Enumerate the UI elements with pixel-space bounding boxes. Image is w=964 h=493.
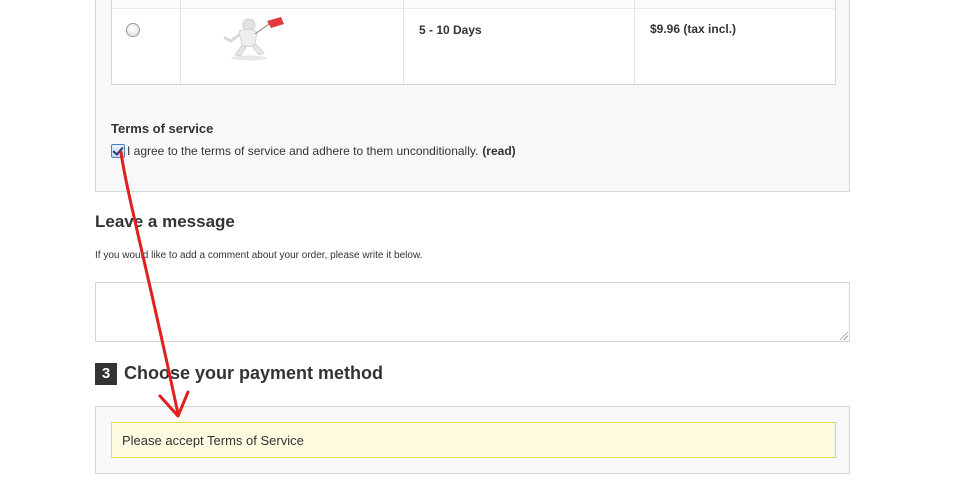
terms-of-service-heading: Terms of service xyxy=(111,121,214,136)
terms-agreement-label[interactable]: I agree to the terms of service and adhe… xyxy=(127,144,478,158)
textarea-resize-handle[interactable] xyxy=(840,332,848,340)
carrier-price: $9.96 (tax incl.) xyxy=(650,22,737,36)
leave-message-heading: Leave a message xyxy=(95,212,235,231)
carrier-logo-cell xyxy=(181,0,404,84)
carrier-price-cell: $9.96 (tax incl.) xyxy=(635,0,835,84)
accept-terms-warning-text: Please accept Terms of Service xyxy=(122,433,304,448)
payment-methods-block: Please accept Terms of Service xyxy=(95,406,850,474)
step-number-badge: 3 xyxy=(95,363,117,385)
carrier-logo-image xyxy=(223,17,284,61)
carrier-delay: 5 - 10 Days xyxy=(419,23,482,37)
carrier-table: 5 - 10 Days $9.96 (tax incl.) xyxy=(111,0,836,85)
terms-checkbox[interactable] xyxy=(111,144,125,158)
terms-agreement-row: I agree to the terms of service and adhe… xyxy=(111,144,516,158)
carrier-radio-cell xyxy=(112,0,181,84)
accept-terms-warning: Please accept Terms of Service xyxy=(111,422,836,458)
order-message-textarea[interactable] xyxy=(95,282,850,342)
leave-message-help: If you would like to add a comment about… xyxy=(95,250,423,261)
delivery-options-block: 5 - 10 Days $9.96 (tax incl.) Terms of s… xyxy=(95,0,850,192)
carrier-delay-cell: 5 - 10 Days xyxy=(404,0,635,84)
terms-read-link[interactable]: (read) xyxy=(482,144,515,158)
carrier-radio[interactable] xyxy=(126,23,140,37)
payment-method-heading: Choose your payment method xyxy=(124,363,384,383)
